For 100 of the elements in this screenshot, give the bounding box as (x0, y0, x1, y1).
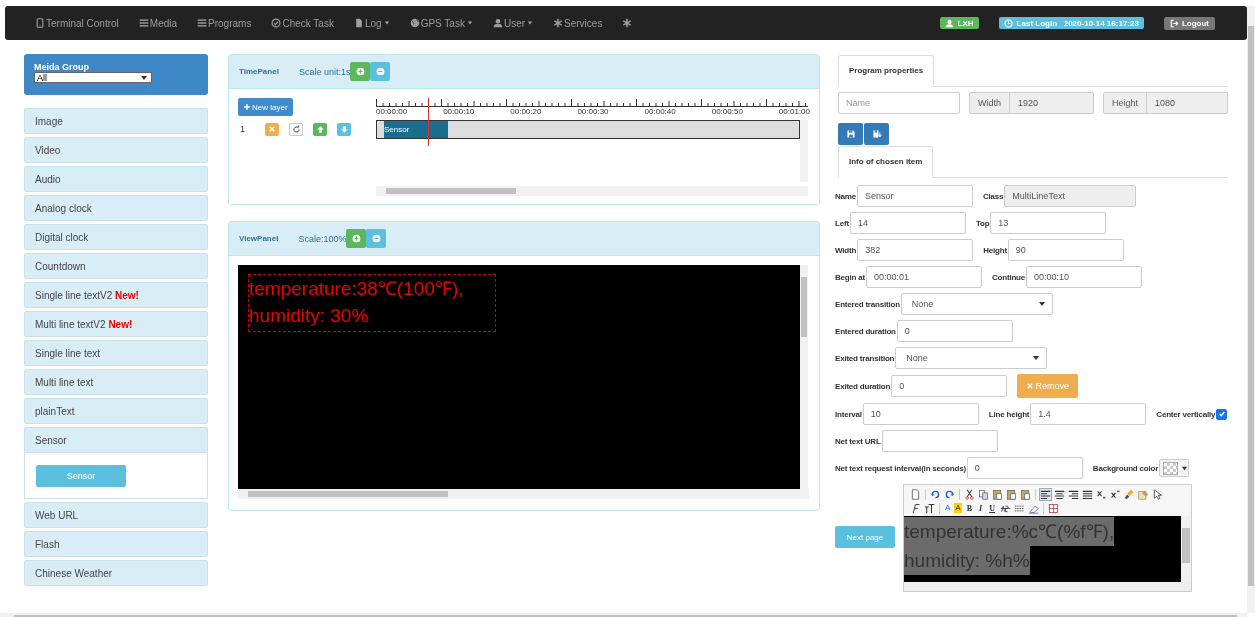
vertical-scrollbar[interactable] (1181, 516, 1191, 582)
redo-icon[interactable] (944, 488, 955, 500)
undo-icon[interactable] (930, 488, 941, 500)
caret-icon (383, 20, 390, 26)
bold-button[interactable]: B (964, 503, 975, 513)
align-right-icon[interactable] (1068, 488, 1079, 500)
nav-link[interactable]: Log (353, 17, 390, 29)
horizontal-scrollbar[interactable] (376, 186, 808, 196)
minus-circle-icon (372, 234, 381, 243)
sidebar-item[interactable]: Video (24, 137, 208, 163)
sidebar-item[interactable]: plainText (24, 398, 208, 424)
font-size-icon[interactable] (924, 502, 935, 514)
field-label: Width (835, 245, 857, 255)
align-justify-icon[interactable] (1082, 488, 1093, 500)
tick-label: 00:00:20 (510, 107, 542, 116)
refresh-icon (291, 124, 301, 134)
name-field[interactable]: Name (838, 92, 960, 114)
sidebar-item[interactable]: Digital clock (24, 224, 208, 250)
input-field[interactable]: 14 (849, 212, 966, 234)
paste-icon[interactable] (992, 488, 1003, 500)
paste-icon[interactable] (1006, 488, 1017, 500)
save-as-button[interactable] (864, 123, 889, 145)
resize-handle[interactable] (904, 582, 1191, 591)
user-badge: LXH (939, 17, 979, 29)
nav-link[interactable]: User (492, 17, 534, 29)
input-field[interactable]: Sensor (857, 185, 973, 207)
new-layer-button[interactable]: New layer (238, 98, 293, 116)
timeline-clip[interactable]: Sensor (384, 121, 448, 138)
input-field[interactable]: 10 (862, 403, 979, 425)
logout-button[interactable]: Logout (1163, 16, 1215, 30)
input-field[interactable]: 382 (857, 239, 974, 261)
plus-circle-icon (352, 234, 361, 243)
nav-link[interactable]: Terminal Control (35, 17, 119, 29)
input-field[interactable]: 0 (891, 375, 1008, 397)
underline-button[interactable]: U (987, 503, 997, 513)
dotted-lines-icon[interactable] (1013, 502, 1025, 514)
zoom-in-button[interactable] (350, 62, 371, 81)
sidebar-item[interactable]: Multi line textV2 New! (24, 311, 208, 337)
color-picker[interactable] (1159, 459, 1190, 477)
panel-title: ViewPanel (239, 234, 279, 243)
highlight-color-button[interactable]: A (954, 503, 962, 513)
font-family-icon[interactable] (910, 502, 921, 514)
sidebar-item[interactable]: Analog clock (24, 195, 208, 221)
input-field[interactable]: 13 (990, 212, 1107, 234)
input-field[interactable]: 1.4 (1030, 403, 1147, 425)
sidebar-item[interactable]: Web URL (24, 502, 208, 528)
page-vertical-scrollbar[interactable] (1247, 6, 1255, 613)
select-field[interactable]: None (895, 347, 1048, 369)
save-button[interactable] (838, 123, 863, 145)
sidebar-item[interactable]: Multi line text (24, 369, 208, 395)
nav-link[interactable]: GPS Task (409, 17, 473, 29)
cursor-icon[interactable] (1152, 488, 1163, 500)
strikethrough-icon[interactable] (999, 502, 1011, 514)
move-up-button[interactable] (313, 122, 327, 136)
tab[interactable]: Info of chosen item (838, 146, 934, 178)
input-field[interactable]: 0 (966, 457, 1083, 479)
sidebar-item[interactable]: Sensor (24, 427, 208, 453)
align-left-icon[interactable] (1040, 488, 1051, 500)
horizontal-scrollbar[interactable] (238, 489, 809, 499)
input-field[interactable] (881, 430, 998, 452)
refresh-button[interactable] (289, 122, 303, 136)
canvas-text-box[interactable]: temperature:38℃(100℉), humidity: 30% (248, 274, 496, 332)
table-icon[interactable] (1047, 502, 1059, 514)
layer-number: 1 (239, 124, 246, 134)
checkbox[interactable] (1216, 408, 1228, 420)
field-label: Net text URL (835, 436, 881, 446)
brush-icon[interactable] (1124, 488, 1135, 500)
paste-icon[interactable] (1020, 488, 1031, 500)
sidebar-item[interactable]: Countdown (24, 253, 208, 279)
subscript-icon[interactable] (1096, 488, 1107, 500)
vertical-scrollbar[interactable] (800, 120, 808, 182)
input-field[interactable]: 90 (1007, 239, 1124, 261)
group-select[interactable]: All (34, 72, 152, 83)
tab[interactable]: Program properties (838, 55, 935, 87)
sidebar-item[interactable]: Image (24, 108, 208, 134)
nav-link[interactable]: Media (138, 17, 178, 29)
italic-button[interactable]: I (977, 503, 985, 513)
font-color-button[interactable]: A (944, 503, 952, 513)
input-field[interactable]: 0 (896, 320, 1013, 342)
nav-link[interactable]: Check Task (271, 17, 334, 29)
vertical-scrollbar[interactable] (800, 265, 808, 489)
superscript-icon[interactable] (1110, 488, 1121, 500)
field-label: Continue (991, 272, 1026, 282)
sidebar-item[interactable]: Single line textV2 New! (24, 282, 208, 308)
readonly-field[interactable]: MultiLineText (1004, 185, 1137, 207)
align-center-icon[interactable] (1054, 488, 1065, 500)
nav-link[interactable]: Programs (197, 17, 252, 29)
input-field[interactable]: 00:00:01 (865, 266, 982, 288)
scissors-icon[interactable] (964, 488, 975, 500)
select-field[interactable]: None (900, 293, 1053, 315)
input-field[interactable]: 00:00:10 (1026, 266, 1143, 288)
sidebar-item[interactable]: Single line text (24, 340, 208, 366)
zoom-in-button[interactable] (346, 229, 367, 248)
sidebar-item[interactable]: Flash (24, 531, 208, 557)
sidebar-item[interactable]: Chinese Weather (24, 560, 208, 586)
nav-link[interactable]: Services (553, 17, 603, 29)
asterisk-button[interactable] (622, 18, 633, 28)
copy-icon[interactable] (978, 488, 989, 500)
field-label: Name (835, 191, 856, 201)
sidebar-item[interactable]: Audio (24, 166, 208, 192)
